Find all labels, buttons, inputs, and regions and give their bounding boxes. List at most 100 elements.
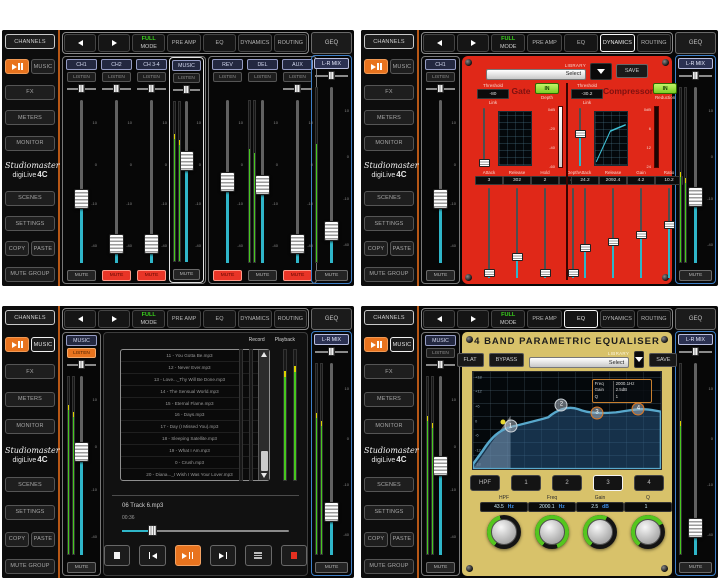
parameter-slider[interactable] [538, 186, 552, 280]
fader[interactable]: 100-10-40 [171, 96, 202, 267]
next-bank-button[interactable] [457, 310, 489, 328]
in-button[interactable]: IN [535, 83, 559, 94]
sidebar-item-fx[interactable]: FX [5, 364, 55, 379]
copy-button[interactable]: COPY [364, 241, 388, 256]
parameter-slider[interactable] [482, 186, 496, 280]
sidebar-item-settings[interactable]: SETTINGS [5, 216, 55, 231]
listen-button[interactable]: LISTEN [426, 348, 455, 358]
knob-cap[interactable] [635, 519, 661, 545]
parameter-knob[interactable] [487, 515, 521, 549]
tab-preamp[interactable]: PRE AMP [167, 34, 200, 52]
sidebar-item-channels[interactable]: CHANNELS [364, 310, 414, 325]
pan-knob[interactable] [328, 347, 335, 356]
band-button-2[interactable]: 2 [552, 475, 582, 491]
sidebar-item-music[interactable]: MUSIC [390, 337, 414, 352]
band-button-4[interactable]: 4 [634, 475, 664, 491]
mute-group-button[interactable]: MUTE GROUP [5, 559, 55, 574]
sidebar-item-monitor[interactable]: MONITOR [5, 419, 55, 434]
channel-label-button[interactable]: CH2 [101, 59, 132, 70]
prev-bank-button[interactable] [64, 34, 96, 52]
sidebar-item-scenes[interactable]: SCENES [364, 191, 414, 206]
mute-button[interactable]: MUTE [426, 562, 456, 573]
fader[interactable]: 100-10-40 [211, 95, 244, 268]
sidebar-item-scenes[interactable]: SCENES [364, 477, 414, 492]
fader[interactable]: 100-10-40 [677, 358, 714, 560]
channel-label-button[interactable]: CH 3-4 [136, 59, 167, 70]
tab-eq[interactable]: EQ [564, 310, 598, 328]
pan-slider[interactable] [102, 84, 132, 93]
fader[interactable]: 100-10-40 [100, 95, 133, 268]
eq-band-handle-4[interactable]: 4 [632, 402, 645, 415]
tab-eq[interactable]: EQ [564, 34, 598, 52]
tab-routing[interactable]: ROUTING [637, 310, 671, 328]
pan-knob[interactable] [78, 360, 85, 369]
channel-label-button[interactable]: CH1 [425, 59, 456, 70]
pan-knob[interactable] [437, 360, 444, 369]
pan-knob[interactable] [437, 84, 444, 93]
play-pause-button[interactable] [5, 59, 29, 74]
mute-button[interactable]: MUTE [283, 270, 313, 281]
listen-button[interactable]: LISTEN [67, 348, 96, 358]
eq-band-handle-3[interactable]: 3 [591, 406, 604, 419]
parameter-slider[interactable] [606, 186, 620, 280]
paste-button[interactable]: PASTE [390, 532, 414, 547]
pan-slider[interactable] [426, 360, 456, 369]
pan-knob[interactable] [113, 84, 120, 93]
next-bank-button[interactable] [457, 34, 489, 52]
slider-knob[interactable] [608, 238, 619, 246]
fader[interactable]: 100-10-40 [424, 95, 457, 268]
channel-label-button[interactable]: L-R MIX [314, 334, 349, 345]
pan-slider[interactable] [315, 71, 348, 80]
geq-button[interactable]: GEQ [675, 32, 716, 54]
knob-cap[interactable] [539, 519, 565, 545]
sidebar-item-settings[interactable]: SETTINGS [5, 505, 55, 520]
mute-button[interactable]: MUTE [315, 270, 348, 281]
tab-preamp[interactable]: PRE AMP [167, 310, 200, 328]
tab-routing[interactable]: ROUTING [637, 34, 671, 52]
track-list-item[interactable]: 18 - Sleeping Satellite.mp3 [121, 433, 258, 445]
library-dropdown-button[interactable] [590, 63, 612, 80]
slider-knob[interactable] [568, 269, 579, 277]
full-mode-button[interactable]: FULLMODE [132, 310, 165, 328]
slider-knob[interactable] [580, 244, 591, 252]
sidebar-item-fx[interactable]: FX [364, 85, 414, 100]
pan-knob[interactable] [692, 347, 699, 356]
slider-knob[interactable] [664, 221, 675, 229]
tab-dynamics[interactable]: DYNAMICS [238, 34, 271, 52]
track-list-item[interactable]: 11 - You Gotta Be.mp3 [121, 350, 258, 362]
sidebar-item-channels[interactable]: CHANNELS [5, 34, 55, 49]
fader[interactable]: 100-10-40 [246, 95, 279, 268]
mute-button[interactable]: MUTE [67, 562, 97, 573]
play-pause-button[interactable] [175, 545, 201, 566]
prev-bank-button[interactable] [423, 310, 455, 328]
listen-button[interactable]: LISTEN [283, 72, 312, 82]
paste-button[interactable]: PASTE [31, 241, 55, 256]
listen-button[interactable]: LISTEN [173, 73, 200, 83]
pan-slider[interactable] [67, 84, 97, 93]
knob-cap[interactable] [491, 519, 517, 545]
parameter-slider[interactable] [662, 186, 676, 280]
paste-button[interactable]: PASTE [31, 532, 55, 547]
mute-button[interactable]: MUTE [173, 269, 201, 280]
parameter-knob[interactable] [631, 515, 665, 549]
next-bank-button[interactable] [98, 34, 130, 52]
sidebar-item-monitor[interactable]: MONITOR [364, 136, 414, 151]
stop-button[interactable] [104, 545, 130, 566]
play-pause-button[interactable] [364, 337, 388, 352]
pan-knob[interactable] [183, 85, 190, 94]
mute-button[interactable]: MUTE [102, 270, 132, 281]
mute-group-button[interactable]: MUTE GROUP [364, 267, 414, 282]
slider-value[interactable]: 2092.4 [599, 176, 627, 185]
track-list-item[interactable]: 20 - Diana..._I Wish I Was Your Lover.mp… [121, 469, 258, 480]
channel-label-button[interactable]: MUSIC [66, 335, 97, 346]
slider-knob[interactable] [484, 269, 495, 277]
library-dropdown-button[interactable] [634, 351, 644, 368]
band-button-hpf[interactable]: HPF [470, 475, 500, 491]
channel-label-button[interactable]: DEL [247, 59, 278, 70]
mute-button[interactable]: MUTE [315, 562, 348, 573]
pan-slider[interactable] [679, 347, 712, 356]
channel-label-button[interactable]: CH1 [66, 59, 97, 70]
pan-slider[interactable] [173, 85, 201, 94]
sidebar-item-monitor[interactable]: MONITOR [364, 419, 414, 434]
playlist-button[interactable] [245, 545, 271, 566]
